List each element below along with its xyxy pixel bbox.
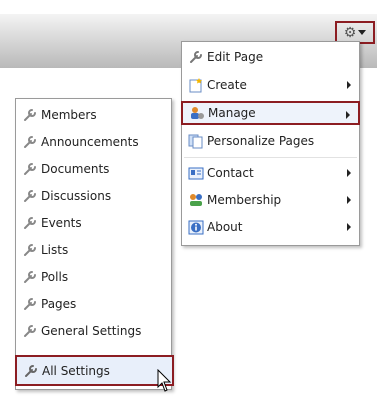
- menu-item-membership[interactable]: Membership: [182, 188, 359, 212]
- wrench-icon: [22, 215, 38, 231]
- submenu-item-label: Announcements: [41, 135, 139, 149]
- create-icon: [188, 77, 204, 93]
- submenu-item-label: All Settings: [42, 363, 110, 378]
- chevron-right-icon: [347, 169, 351, 177]
- submenu-item-general-settings[interactable]: General Settings: [16, 319, 171, 343]
- wrench-icon: [22, 188, 38, 204]
- membership-icon: [188, 192, 204, 208]
- menu-item-about[interactable]: About: [182, 215, 359, 239]
- submenu-item-label: Lists: [41, 243, 69, 257]
- wrench-icon: [22, 161, 38, 177]
- wrench-icon: [22, 296, 38, 312]
- wrench-icon: [22, 242, 38, 258]
- menu-item-label: Manage: [208, 106, 256, 120]
- manage-submenu: Members Announcements Documents Discussi…: [15, 98, 174, 390]
- submenu-item-polls[interactable]: Polls: [16, 265, 171, 289]
- submenu-item-lists[interactable]: Lists: [16, 238, 171, 262]
- submenu-item-members[interactable]: Members: [16, 103, 171, 127]
- submenu-item-label: Members: [41, 108, 97, 122]
- submenu-item-label: Discussions: [41, 189, 112, 203]
- submenu-item-announcements[interactable]: Announcements: [16, 130, 171, 154]
- menu-item-label: Membership: [207, 193, 282, 207]
- submenu-item-events[interactable]: Events: [16, 211, 171, 235]
- submenu-item-label: General Settings: [41, 324, 142, 338]
- menu-item-personalize[interactable]: Personalize Pages: [182, 129, 359, 153]
- menu-item-label: Create: [207, 78, 247, 92]
- personalize-icon: [188, 133, 204, 149]
- submenu-item-all-settings[interactable]: All Settings: [15, 355, 174, 386]
- submenu-item-label: Polls: [41, 270, 69, 284]
- submenu-item-pages[interactable]: Pages: [16, 292, 171, 316]
- wrench-icon: [22, 269, 38, 285]
- wrench-icon: [22, 134, 38, 150]
- menu-item-label: Personalize Pages: [207, 134, 315, 148]
- mouse-cursor-icon: [157, 369, 172, 392]
- menu-item-label: Contact: [207, 166, 254, 180]
- contact-icon: [188, 165, 204, 181]
- chevron-right-icon: [347, 196, 351, 204]
- menu-separator: [184, 157, 357, 158]
- menu-item-label: About: [207, 220, 243, 234]
- about-icon: [188, 219, 204, 235]
- submenu-item-discussions[interactable]: Discussions: [16, 184, 171, 208]
- wrench-icon: [22, 107, 38, 123]
- page-menu: Edit Page Create Manage Personalize Page…: [181, 41, 360, 246]
- submenu-item-label: Documents: [41, 162, 110, 176]
- chevron-right-icon: [346, 111, 350, 119]
- gear-icon: ⚙: [343, 24, 357, 41]
- submenu-item-label: Pages: [41, 297, 77, 311]
- menu-item-contact[interactable]: Contact: [182, 161, 359, 185]
- chevron-right-icon: [347, 81, 351, 89]
- submenu-item-documents[interactable]: Documents: [16, 157, 171, 181]
- menu-item-label: Edit Page: [207, 50, 264, 64]
- wrench-icon: [23, 363, 39, 379]
- chevron-down-icon: [358, 30, 367, 35]
- menu-item-edit-page[interactable]: Edit Page: [182, 45, 359, 69]
- menu-item-manage[interactable]: Manage: [181, 101, 360, 125]
- wrench-icon: [22, 323, 38, 339]
- manage-icon: [189, 105, 205, 121]
- menu-item-create[interactable]: Create: [182, 73, 359, 97]
- chevron-right-icon: [347, 223, 351, 231]
- submenu-item-label: Events: [41, 216, 82, 230]
- wrench-icon: [188, 49, 204, 65]
